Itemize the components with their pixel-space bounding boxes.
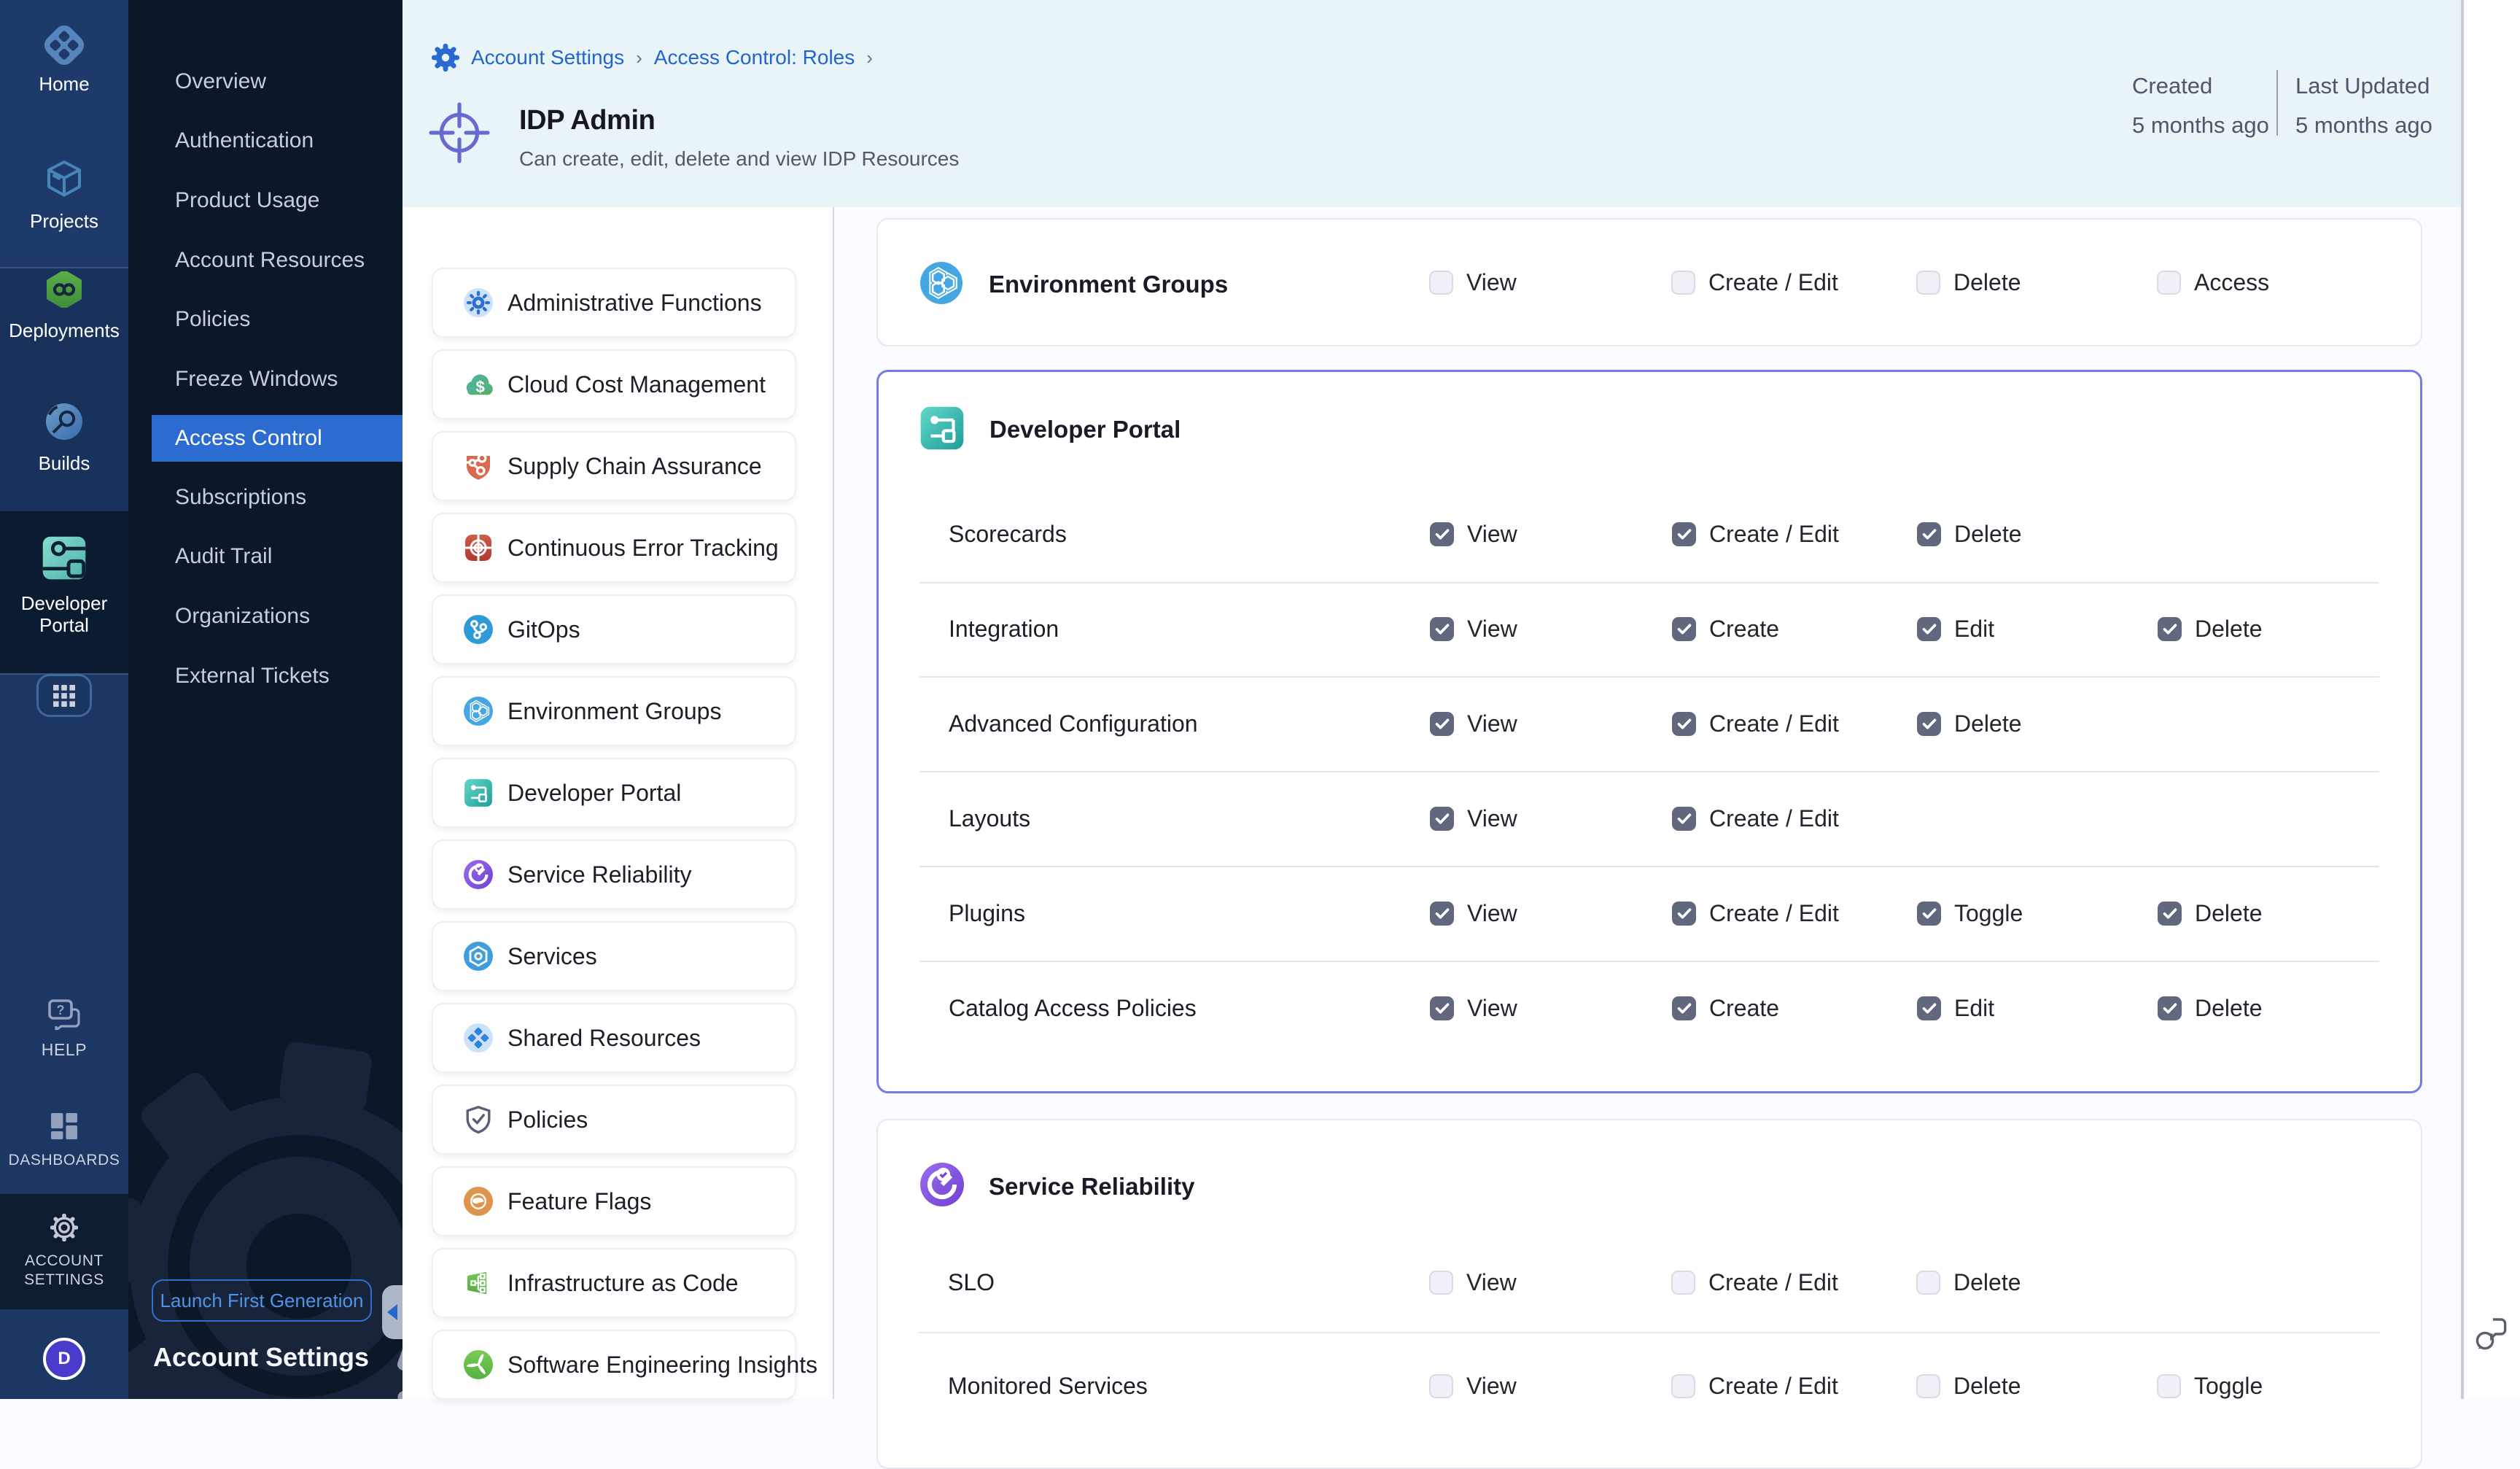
svg-text:?: ? (57, 1003, 65, 1018)
svg-text:$: $ (475, 378, 484, 396)
